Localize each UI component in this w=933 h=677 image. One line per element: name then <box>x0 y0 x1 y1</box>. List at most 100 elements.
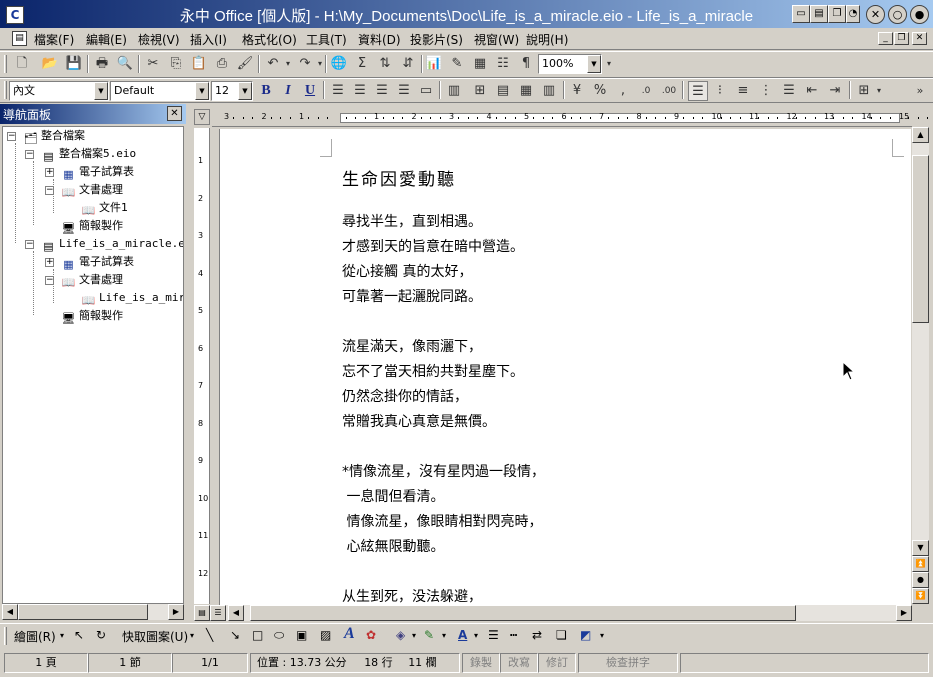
chart-icon[interactable]: 📊 <box>424 54 444 74</box>
toolbar-grip-2[interactable] <box>4 81 7 99</box>
document-menu-icon[interactable]: ▤ <box>12 31 27 46</box>
open-folder-icon[interactable]: 📂 <box>40 54 60 74</box>
zoom-select[interactable]: 100% ▼ <box>538 54 602 74</box>
autoshapes-dropdown-icon[interactable]: ▾ <box>190 631 194 640</box>
table-insert-icon[interactable]: ⊞ <box>470 81 490 101</box>
sort-ascending-icon[interactable]: ⇅ <box>375 54 395 74</box>
style-select[interactable]: 內文 ▼ <box>9 81 109 101</box>
collapse-icon[interactable]: − <box>25 150 34 159</box>
table-grid-icon[interactable]: ▦ <box>516 81 536 101</box>
hyperlink-icon[interactable]: 🌐 <box>329 54 349 74</box>
doc-restore-button[interactable]: ❐ <box>894 32 909 45</box>
undo-dropdown-icon[interactable]: ▾ <box>283 54 293 74</box>
toolbar-grip-3[interactable] <box>4 627 7 645</box>
fill-dropdown-icon[interactable]: ▾ <box>412 631 416 640</box>
font-dropdown-icon[interactable]: ▼ <box>195 82 209 100</box>
document-horizontal-scrollbar[interactable]: ▤ ☰ ◀ ▶ <box>194 605 912 621</box>
justify-icon[interactable]: ☰ <box>394 81 414 101</box>
status-spell-check[interactable]: 檢查拼字 <box>578 653 678 673</box>
close-window-button[interactable]: ✕ <box>866 5 885 24</box>
collapse-icon[interactable]: − <box>25 240 34 249</box>
menu-format[interactable]: 格式化(O) <box>242 31 297 48</box>
clipart-icon[interactable]: ✿ <box>366 628 376 642</box>
doc-close-button[interactable]: ✕ <box>912 32 927 45</box>
status-record[interactable]: 錄製 <box>462 653 500 673</box>
color-grid-icon[interactable]: ▦ <box>470 54 490 74</box>
menu-edit[interactable]: 編輯(E) <box>86 31 127 48</box>
navigator-icon[interactable]: ☷ <box>493 54 513 74</box>
menu-tools[interactable]: 工具(T) <box>306 31 347 48</box>
status-overtype[interactable]: 改寫 <box>500 653 538 673</box>
align-right-icon[interactable]: ☰ <box>372 81 392 101</box>
align-left-icon[interactable]: ☰ <box>328 81 348 101</box>
shadow-icon[interactable]: ❏ <box>556 628 567 642</box>
collapse-icon[interactable]: − <box>7 132 16 141</box>
dash-style-icon[interactable]: ┅ <box>510 628 517 642</box>
cut-icon[interactable]: ✂ <box>143 54 163 74</box>
menu-file[interactable]: 檔案(F) <box>34 31 74 48</box>
menu-insert[interactable]: 插入(I) <box>190 31 227 48</box>
line-color-dropdown-icon[interactable]: ▾ <box>442 631 446 640</box>
nav-horizontal-scrollbar[interactable]: ◀ ▶ <box>2 604 184 620</box>
select-objects-icon[interactable]: ↖ <box>74 628 84 642</box>
horizontal-scroll-thumb[interactable] <box>250 605 796 621</box>
horizontal-ruler[interactable]: 3 2 1 1 2 3 4 5 6 7 8 9 10 11 12 13 14 15 <box>212 109 929 127</box>
draw-dropdown-icon[interactable]: ▾ <box>60 631 64 640</box>
percent-icon[interactable]: % <box>590 81 610 101</box>
autoshapes-menu-button[interactable]: 快取圖案(U) <box>122 628 188 645</box>
line-color-icon[interactable]: ✎ <box>424 628 434 642</box>
border-icon[interactable]: ⊞ <box>854 81 874 101</box>
bold-button[interactable]: B <box>256 81 276 101</box>
tab-selector-icon[interactable]: ▽ <box>194 109 210 125</box>
font-size-select[interactable]: 12 ▼ <box>211 81 253 101</box>
arrow-icon[interactable]: ↘ <box>230 628 240 642</box>
rectangle-icon[interactable]: □ <box>252 628 263 642</box>
more-buttons-icon[interactable]: » <box>910 81 930 101</box>
3d-icon[interactable]: ◩ <box>580 628 591 642</box>
text-box-icon[interactable]: ▣ <box>296 628 307 642</box>
print-preview-icon[interactable]: 🔍 <box>115 54 135 74</box>
nav-scroll-thumb[interactable] <box>18 604 148 620</box>
sort-descending-icon[interactable]: ⇵ <box>398 54 418 74</box>
currency-icon[interactable]: ¥ <box>567 81 587 101</box>
minimize-window-button[interactable]: ● <box>910 5 929 24</box>
draw-menu-button[interactable]: 繪圖(R) <box>14 628 56 645</box>
zoom-dropdown-icon[interactable]: ▼ <box>587 55 601 73</box>
decrease-indent-icon[interactable]: ⇤ <box>802 81 822 101</box>
toolbar-options-icon[interactable]: ▾ <box>604 54 614 74</box>
sum-icon[interactable]: Σ <box>352 54 372 74</box>
distributed-icon[interactable]: ▭ <box>416 81 436 101</box>
drawing-toggle-icon[interactable]: ✎ <box>447 54 467 74</box>
menu-help[interactable]: 說明(H) <box>526 31 568 48</box>
underline-button[interactable]: U <box>300 81 320 101</box>
decrease-decimal-icon[interactable]: .00 <box>659 81 679 101</box>
doc-minimize-button[interactable]: _ <box>878 32 893 45</box>
expand-icon[interactable]: + <box>45 258 54 267</box>
undo-icon[interactable]: ↶ <box>263 54 283 74</box>
numbering-icon[interactable]: ≡ <box>733 81 753 101</box>
columns-icon[interactable]: ▥ <box>444 81 464 101</box>
collapse-icon[interactable]: − <box>45 186 54 195</box>
menu-window[interactable]: 視窗(W) <box>474 31 519 48</box>
font-color-icon[interactable]: A <box>458 628 467 642</box>
paste-special-icon[interactable]: ⎙ <box>212 54 232 74</box>
nav-panel-close-button[interactable]: ✕ <box>167 106 182 121</box>
arrow-style-icon[interactable]: ⇄ <box>532 628 542 642</box>
outline-view-icon[interactable]: ☰ <box>210 605 226 621</box>
save-icon[interactable]: 💾 <box>64 54 84 74</box>
font-select[interactable]: Default ▼ <box>110 81 210 101</box>
toolbar-grip[interactable] <box>4 55 7 73</box>
menu-view[interactable]: 檢視(V) <box>138 31 180 48</box>
redo-dropdown-icon[interactable]: ▾ <box>315 54 325 74</box>
scroll-left-icon[interactable]: ◀ <box>228 605 244 621</box>
align-center-icon[interactable]: ☰ <box>350 81 370 101</box>
menu-slides[interactable]: 投影片(S) <box>410 31 463 48</box>
comma-icon[interactable]: , <box>613 81 633 101</box>
table-rows-icon[interactable]: ▤ <box>493 81 513 101</box>
next-page-icon[interactable]: ⏬ <box>912 588 929 604</box>
italic-button[interactable]: I <box>278 81 298 101</box>
style-dropdown-icon[interactable]: ▼ <box>94 82 108 100</box>
maximize-window-button[interactable]: ○ <box>888 5 907 24</box>
line-style-icon[interactable]: ☰ <box>488 628 499 642</box>
fill-color-icon[interactable]: ◈ <box>396 628 405 642</box>
